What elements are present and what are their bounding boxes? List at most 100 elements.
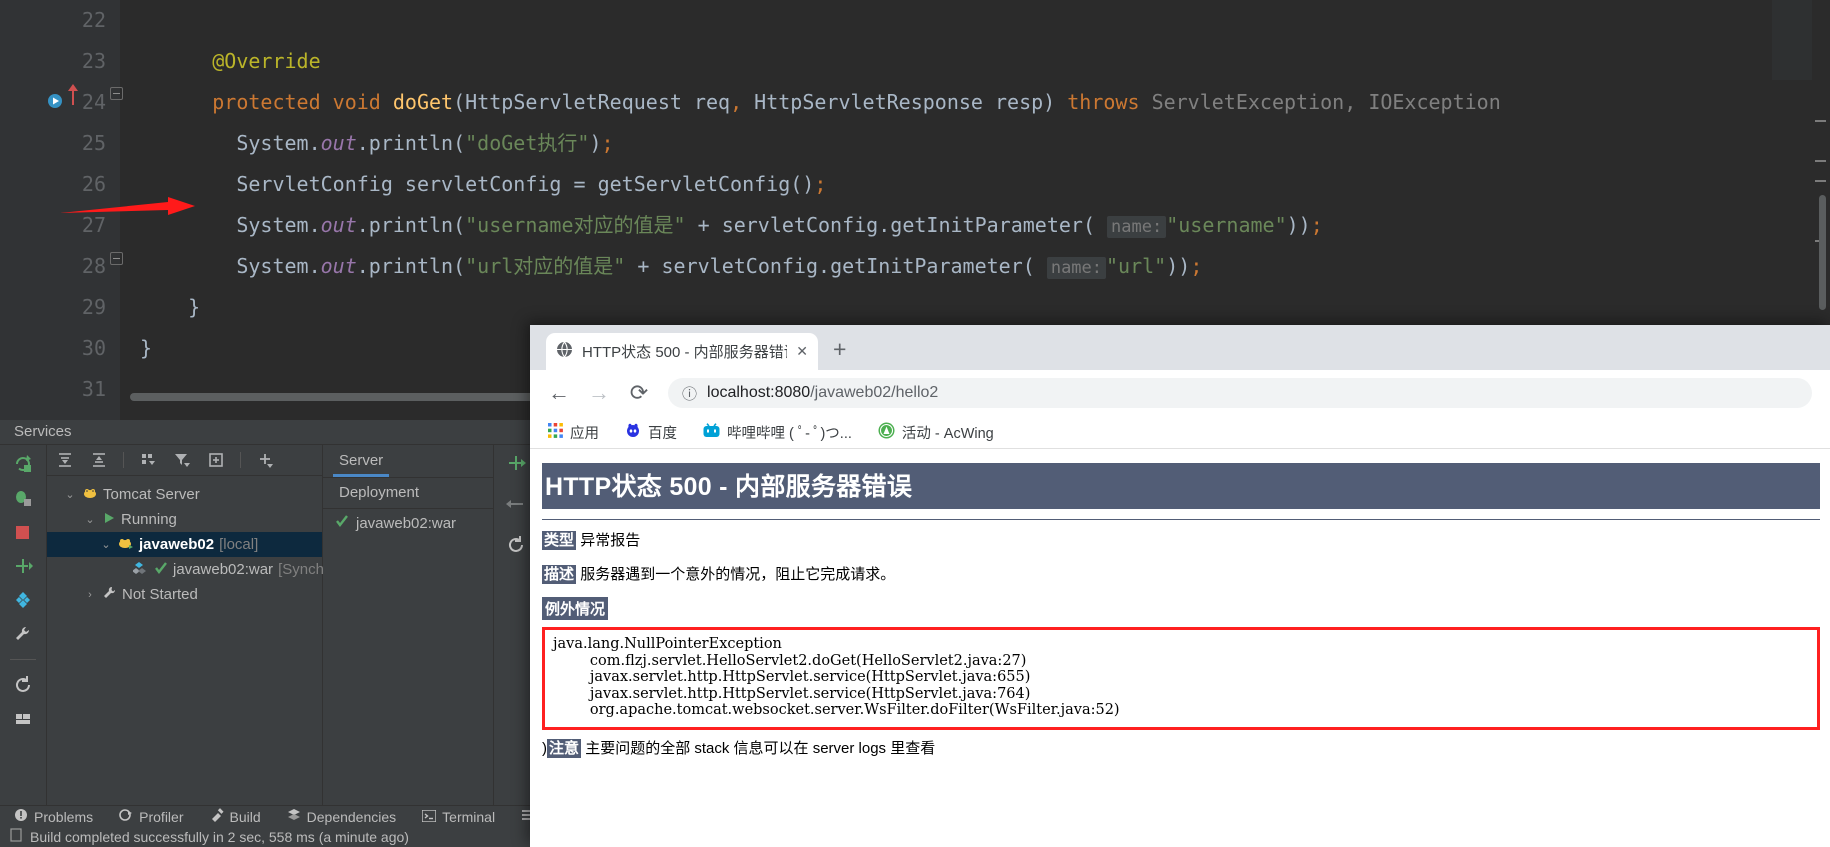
- string-literal: "doGet执行": [465, 131, 590, 155]
- chevron-down-icon[interactable]: ⌄: [83, 513, 97, 526]
- browser-tab-strip[interactable]: HTTP状态 500 - 内部服务器错误 ✕ +: [530, 325, 1830, 370]
- var-name: servletConfig: [661, 254, 819, 278]
- code-line-27: System.out.println("username对应的值是" + ser…: [236, 213, 1323, 238]
- param-name: resp: [995, 90, 1044, 114]
- bottom-tool-label: Dependencies: [306, 808, 397, 825]
- code-line-23: @Override: [120, 41, 1830, 82]
- tree-node-label: Tomcat Server: [103, 486, 200, 503]
- closing-brace: }: [140, 336, 153, 360]
- chevron-right-icon[interactable]: ›: [83, 589, 97, 601]
- refresh-icon[interactable]: [506, 535, 526, 560]
- stack-trace-box: java.lang.NullPointerException com.flzj.…: [542, 627, 1820, 730]
- services-tree-toolbar[interactable]: [47, 445, 322, 476]
- line-number: 26: [81, 172, 106, 196]
- system-ref: System: [236, 131, 309, 155]
- bottom-tool-terminal[interactable]: Terminal: [421, 808, 495, 825]
- stack-trace-text: java.lang.NullPointerException com.flzj.…: [553, 636, 1120, 718]
- run-method-icon[interactable]: [46, 83, 64, 124]
- group-icon[interactable]: [138, 450, 158, 470]
- url-text: localhost:8080/javaweb02/hello2: [707, 384, 938, 402]
- check-icon: [154, 561, 168, 579]
- tree-node-running[interactable]: ⌄ Running: [47, 507, 322, 532]
- bookmarks-bar[interactable]: 应用 百度 哔哩哔哩 ( ﾟ- ﾟ)つ... 活动 - AcWing: [530, 416, 1830, 449]
- forward-button[interactable]: →: [588, 380, 610, 406]
- bottom-tool-dependencies[interactable]: Dependencies: [287, 808, 397, 825]
- rerun-icon[interactable]: [12, 453, 34, 475]
- browser-toolbar[interactable]: ← → ⟳ ⓘ localhost:8080/javaweb02/hello2: [530, 370, 1830, 416]
- tree-node-tomcat-server[interactable]: ⌄ Tomcat Server: [47, 482, 322, 507]
- bookmark-baidu[interactable]: 百度: [625, 422, 677, 443]
- error-page-content: HTTP状态 500 - 内部服务器错误 类型 异常报告 描述 服务器遇到一个意…: [530, 449, 1830, 847]
- bookmark-label: 百度: [648, 425, 677, 442]
- restart-icon[interactable]: [12, 674, 34, 696]
- tree-node-not-started[interactable]: › Not Started: [47, 582, 322, 607]
- tree-node-javaweb02-war[interactable]: javaweb02:war [Synchro: [47, 557, 337, 582]
- line-number: 23: [81, 49, 106, 73]
- edit-config-icon[interactable]: [12, 589, 34, 611]
- services-tree[interactable]: ⌄ Tomcat Server ⌄ Running ⌄ javaweb02 [l…: [47, 476, 337, 607]
- deploy-icon[interactable]: [12, 555, 34, 577]
- tomcat-icon: [118, 535, 134, 555]
- build-icon: [210, 808, 224, 825]
- settings-icon[interactable]: [12, 623, 34, 645]
- new-tab-button[interactable]: +: [833, 338, 846, 361]
- reload-button[interactable]: ⟳: [628, 380, 650, 406]
- bookmark-bilibili[interactable]: 哔哩哔哩 ( ﾟ- ﾟ)つ...: [703, 422, 852, 443]
- bottom-tool-profiler[interactable]: Profiler: [119, 808, 184, 825]
- layout-icon[interactable]: [12, 708, 34, 730]
- divider: [542, 519, 1820, 520]
- kw-void: void: [332, 90, 381, 114]
- close-icon[interactable]: ✕: [796, 343, 808, 360]
- services-tree-pane[interactable]: ⌄ Tomcat Server ⌄ Running ⌄ javaweb02 [l…: [47, 445, 337, 807]
- site-info-icon[interactable]: ⓘ: [682, 383, 697, 404]
- bottom-tool-problems[interactable]: Problems: [14, 808, 93, 825]
- editor-vertical-scrollbar[interactable]: [1819, 195, 1826, 310]
- out-field: out: [320, 254, 357, 278]
- chevron-down-icon[interactable]: ⌄: [99, 538, 113, 551]
- debug-icon[interactable]: [12, 487, 34, 509]
- tree-node-suffix: [local]: [219, 536, 259, 553]
- tomcat-icon: [82, 485, 98, 505]
- terminal-icon: [421, 808, 437, 825]
- stop-icon[interactable]: [12, 521, 34, 543]
- var-name: servletConfig: [721, 213, 879, 237]
- bottom-tool-build[interactable]: Build: [210, 808, 261, 825]
- browser-tab[interactable]: HTTP状态 500 - 内部服务器错误 ✕: [546, 333, 818, 370]
- deployment-header: Deployment: [323, 478, 493, 509]
- bookmark-acwing[interactable]: 活动 - AcWing: [878, 422, 994, 443]
- deployment-item[interactable]: javaweb02:war: [323, 509, 493, 537]
- note-value: 主要问题的全部 stack 信息可以在 server logs 里查看: [585, 739, 936, 757]
- error-description-label: 描述: [542, 565, 577, 584]
- chevron-down-icon[interactable]: ⌄: [63, 488, 77, 501]
- globe-icon: [556, 340, 573, 363]
- line-number: 25: [81, 131, 106, 155]
- param-hint: name:: [1046, 257, 1107, 279]
- error-description-row: 描述 服务器遇到一个意外的情况，阻止它完成请求。: [542, 563, 1820, 584]
- add-frame-icon[interactable]: [206, 450, 226, 470]
- back-button[interactable]: ←: [548, 380, 570, 406]
- tree-node-label: Running: [121, 511, 177, 528]
- run-icon: [102, 511, 116, 529]
- collapse-all-icon[interactable]: [89, 450, 109, 470]
- editor-gutter[interactable]: 22 23 24 25 26 27 28 29 30 31: [0, 0, 123, 420]
- undeploy-icon[interactable]: [506, 494, 526, 519]
- override-arrow-icon[interactable]: [66, 79, 80, 120]
- redeploy-icon[interactable]: [506, 453, 526, 478]
- bookmark-apps[interactable]: 应用: [548, 422, 599, 443]
- chrome-browser-window[interactable]: HTTP状态 500 - 内部服务器错误 ✕ + ← → ⟳ ⓘ localho…: [530, 325, 1830, 847]
- type-ref: ServletConfig: [236, 172, 393, 196]
- tab-server[interactable]: Server: [332, 445, 390, 477]
- services-action-rail[interactable]: [0, 445, 47, 807]
- services-tabs[interactable]: Server: [323, 445, 493, 478]
- add-icon[interactable]: [255, 450, 275, 470]
- param-type: HttpServletResponse: [754, 90, 983, 114]
- expand-all-icon[interactable]: [55, 450, 75, 470]
- address-bar[interactable]: ⓘ localhost:8080/javaweb02/hello2: [668, 378, 1812, 408]
- string-literal: "username对应的值是": [465, 213, 686, 237]
- tree-node-javaweb02[interactable]: ⌄ javaweb02 [local]: [47, 532, 322, 557]
- param-hint: name:: [1107, 216, 1167, 238]
- filter-icon[interactable]: [172, 450, 192, 470]
- editor-horizontal-scrollbar[interactable]: [130, 393, 550, 401]
- build-status-icon: [10, 828, 22, 845]
- editor-minimap[interactable]: [1772, 0, 1812, 80]
